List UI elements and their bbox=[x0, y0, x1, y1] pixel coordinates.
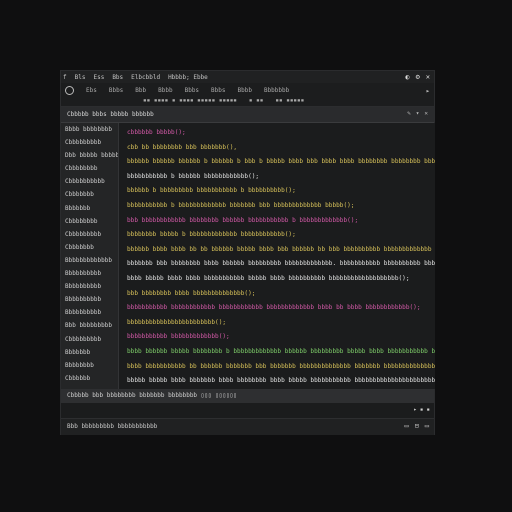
theme-icon[interactable]: ◐ bbox=[405, 73, 409, 81]
menu-item-file[interactable]: Bls bbox=[75, 74, 86, 81]
menu-item-view[interactable]: Bbs bbox=[112, 74, 123, 81]
code-line[interactable]: bbbbbbbbbbb bbbbbbbbbbbbb(); bbox=[119, 330, 435, 345]
panel-controls[interactable]: ▸ ▪ ▪ bbox=[413, 407, 430, 413]
code-editor[interactable]: cbbbbbb bbbbb(); cbb bb bbbbbbbb bbb bbbb… bbox=[119, 123, 435, 399]
menu-bar: f Bls Ess Bbs Elbcbbld Hbbbb; Ebbe ◐ ⚙ ✕ bbox=[61, 71, 434, 83]
sidebar-item[interactable]: Cbbbbbbbbb bbox=[61, 333, 118, 346]
editor-window: f Bls Ess Bbs Elbcbbld Hbbbb; Ebbe ◐ ⚙ ✕… bbox=[60, 70, 435, 435]
code-line[interactable]: bbbb bbbbb bbbb bbbb bbbbbbbbbbb bbbbb b… bbox=[119, 272, 435, 287]
menu-item-build[interactable]: Elbcbbld bbox=[131, 74, 160, 81]
toolbar-row-secondary: ▪▪ ▪▪▪▪ ▪ ▪▪▪▪ ▪▪▪▪▪ ▪▪▪▪▪ ▪ ▪▪ ▪▪ ▪▪▪▪▪ bbox=[143, 97, 316, 104]
edit-icon[interactable]: ✎ bbox=[407, 110, 411, 117]
sidebar-item[interactable]: Bbbbbbb bbox=[61, 202, 118, 215]
menu-item-help[interactable]: Hbbbb; Ebbe bbox=[168, 74, 208, 81]
close-icon[interactable]: ✕ bbox=[426, 73, 430, 81]
code-line[interactable]: bbbbbbbb bbbbb b bbbbbbbbbbbbb bbbbbbbbb… bbox=[119, 228, 435, 243]
toolbar-row-primary: Ebs Bbbs Bbb Bbbb Bbbs Bbbs Bbbb Bbbbbbb bbox=[65, 86, 301, 95]
bottom-bar: Bbb bbbbbbbbb bbbbbbbbbbb ▭ ⊟ ▭ bbox=[61, 418, 434, 435]
layout-icon[interactable]: ▭ bbox=[404, 422, 408, 430]
panel-bar: ▸ ▪ ▪ bbox=[61, 403, 434, 418]
toolbar-button-7[interactable]: Bbbb bbox=[238, 87, 252, 94]
code-line[interactable]: bbbb bbbbbbbbbbb bb bbbbbb bbbbbbb bbb b… bbox=[119, 360, 435, 375]
code-line[interactable]: cbb bb bbbbbbbb bbb bbbbbbb(), bbox=[119, 141, 435, 156]
sidebar-item[interactable]: Cbbbbbbbb bbox=[61, 162, 118, 175]
sidebar-item[interactable]: Cbbbbbbb bbox=[61, 241, 118, 254]
sidebar-item[interactable]: Bbbbbbbbbb bbox=[61, 293, 118, 306]
toolbar-button-4[interactable]: Bbbb bbox=[158, 87, 172, 94]
sidebar-item[interactable]: Bbbbbbbbbb bbox=[61, 306, 118, 319]
code-line[interactable]: bbbbbbbbbbbbbbbbbbbbbbbb(); bbox=[119, 316, 435, 331]
sidebar-item[interactable]: Bbb bbbbbbbbb bbox=[61, 319, 118, 332]
toolbar-button-8[interactable]: Bbbbbbb bbox=[264, 87, 289, 94]
sidebar-item[interactable]: Bbbbbbbbbb bbox=[61, 280, 118, 293]
code-line[interactable]: bbbbb bbbbb bbbb bbbbbbb bbbb bbbbbbbb b… bbox=[119, 374, 435, 389]
toolbar-icon-group-2[interactable]: ▪ ▪▪ bbox=[249, 97, 263, 104]
sidebar-item[interactable]: Cbbbbbbbbbb bbox=[61, 175, 118, 188]
toolbar-button-6[interactable]: Bbbs bbox=[211, 87, 225, 94]
sidebar-item[interactable]: Bbbbbbbbbb bbox=[61, 267, 118, 280]
code-line[interactable]: bbbbbb bbbbbb bbbbbb b bbbbbb b bbb b bb… bbox=[119, 155, 435, 170]
code-line[interactable]: bbbbbbbbbbb bbbbbbbbbbbb bbbbbbbbbbbb bb… bbox=[119, 301, 435, 316]
sidebar-item[interactable]: Bbbbbbbbbbbbb bbox=[61, 254, 118, 267]
status-bar: Cbbbbb bbb bbbbbbbb bbbbbbb bbbbbbbb ▯▯▯… bbox=[61, 389, 434, 403]
toolbar-button-1[interactable]: Ebs bbox=[86, 87, 97, 94]
status-text: Cbbbbb bbb bbbbbbbb bbbbbbb bbbbbbbb ▯▯▯… bbox=[67, 392, 237, 399]
menu-item-edit[interactable]: Ess bbox=[93, 74, 104, 81]
sidebar-item[interactable]: Dbb bbbbb bbbbb bbox=[61, 149, 118, 162]
toolbar-icon-group-1[interactable]: ▪▪ ▪▪▪▪ ▪ ▪▪▪▪ ▪▪▪▪▪ ▪▪▪▪▪ bbox=[143, 97, 237, 104]
tab-actions: ✎ ▾ ✕ bbox=[407, 110, 428, 117]
code-line[interactable]: bbbb bbbbbb bbbbb bbbbbbbb b bbbbbbbbbbb… bbox=[119, 345, 435, 360]
tab-bar: Cbbbbb bbbs bbbbb bbbbbb ✎ ▾ ✕ bbox=[61, 107, 434, 123]
toolbar-icon-group-3[interactable]: ▪▪ ▪▪▪▪▪ bbox=[275, 97, 304, 104]
menu-item-logo[interactable]: f bbox=[63, 74, 67, 81]
sidebar-item[interactable]: Cbbbbbb bbox=[61, 372, 118, 385]
sidebar-item[interactable]: Cbbbbbbbbb bbox=[61, 228, 118, 241]
code-line[interactable]: bbb bbbbbbbbbbbb bbbbbbbb bbbbbb bbbbbbb… bbox=[119, 214, 435, 229]
code-line[interactable]: bbbbbbbbbbb b bbbbbbbbbbbbb bbbbbbb bbb … bbox=[119, 199, 435, 214]
sidebar-item[interactable]: Bbbbbbbb bbox=[61, 359, 118, 372]
code-line[interactable]: bbb bbbbbbbb bbbb bbbbbbbbbbbbbb(); bbox=[119, 287, 435, 302]
gear-icon[interactable]: ⚙ bbox=[416, 73, 420, 81]
window-controls: ◐ ⚙ ✕ bbox=[405, 73, 430, 81]
sidebar-item[interactable]: Cbbbbbbbb bbox=[61, 215, 118, 228]
code-line[interactable]: bbbbbbb bbb bbbbbbbb bbbb bbbbbb bbbbbbb… bbox=[119, 257, 435, 272]
bottom-bar-label: Bbb bbbbbbbbb bbbbbbbbbbb bbox=[67, 423, 158, 430]
close-tab-icon[interactable]: ✕ bbox=[424, 110, 428, 117]
file-explorer-sidebar: Bbbb bbbbbbbb Cbbbbbbbbb Dbb bbbbb bbbbb Cb… bbox=[61, 123, 119, 389]
tab-active[interactable]: Cbbbbb bbbs bbbbb bbbbbb bbox=[67, 111, 154, 118]
sidebar-item[interactable]: Bbbb bbbbbbbb bbox=[61, 123, 118, 136]
toolbar: Ebs Bbbs Bbb Bbbb Bbbs Bbbs Bbbb Bbbbbbb… bbox=[61, 83, 434, 107]
toolbar-button-5[interactable]: Bbbs bbox=[185, 87, 199, 94]
code-line[interactable]: bbbbbb bbbb bbbb bb bb bbbbbb bbbbb bbbb… bbox=[119, 243, 435, 258]
sidebar-item[interactable]: Cbbbbbbbbb bbox=[61, 136, 118, 149]
toolbar-button-2[interactable]: Bbbs bbox=[109, 87, 123, 94]
sidebar-item[interactable]: Bbbbbbb bbox=[61, 346, 118, 359]
chevron-down-icon[interactable]: ▾ bbox=[416, 110, 420, 117]
split-icon[interactable]: ⊟ bbox=[415, 422, 419, 430]
sidebar-item[interactable]: Cbbbbbbb bbox=[61, 188, 118, 201]
app-logo-icon bbox=[65, 86, 74, 95]
bottom-bar-icons: ▭ ⊟ ▭ bbox=[404, 422, 429, 430]
panel-icon[interactable]: ▭ bbox=[425, 422, 429, 430]
toolbar-expand-icon[interactable]: ▸ bbox=[426, 87, 430, 95]
code-line[interactable]: bbbbbbbbbbb b bbbbbb bbbbbbbbbbbb(); bbox=[119, 170, 435, 185]
toolbar-button-3[interactable]: Bbb bbox=[135, 87, 146, 94]
code-line[interactable]: cbbbbbb bbbbb(); bbox=[119, 126, 435, 141]
code-line[interactable]: bbbbbb b bbbbbbbbb bbbbbbbbbbb b bbbbbbb… bbox=[119, 184, 435, 199]
